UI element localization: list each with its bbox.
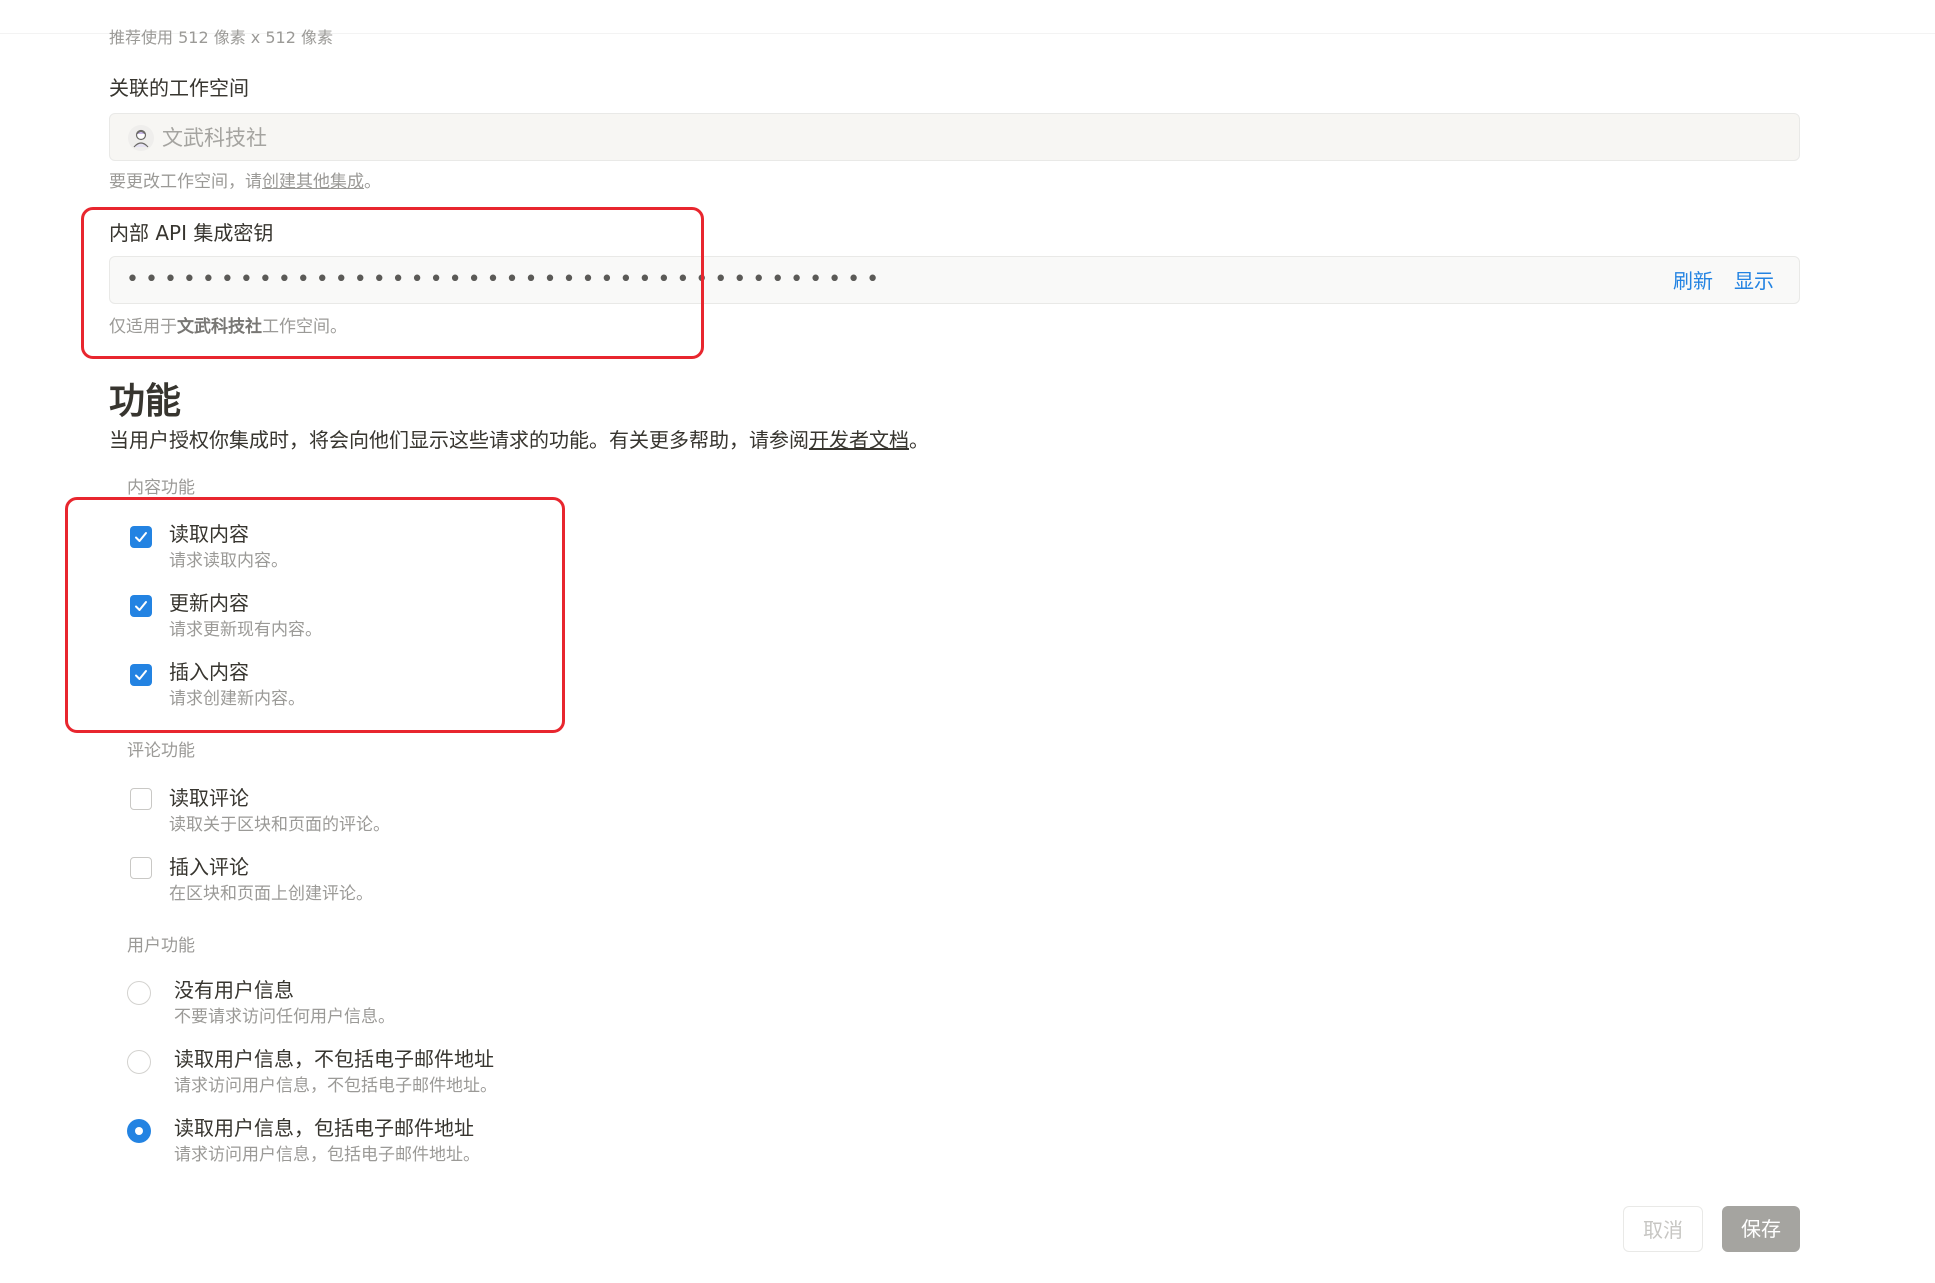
developer-docs-link[interactable]: 开发者文档	[809, 428, 909, 452]
no-user-info-radio[interactable]	[127, 981, 151, 1005]
user-info-no-email-title: 读取用户信息，不包括电子邮件地址	[174, 1047, 494, 1071]
secret-label: 内部 API 集成密钥	[109, 221, 274, 245]
workspace-help-suffix: 。	[364, 172, 381, 192]
comment-capabilities-label: 评论功能	[127, 741, 195, 761]
insert-comments-title: 插入评论	[169, 855, 249, 879]
workspace-help-prefix: 要更改工作空间，请	[109, 172, 262, 192]
secret-help: 仅适用于文武科技社工作空间。	[109, 316, 347, 338]
check-icon	[135, 601, 147, 611]
no-user-info-desc: 不要请求访问任何用户信息。	[174, 1007, 395, 1027]
user-capabilities-label: 用户功能	[127, 936, 195, 956]
cancel-button[interactable]: 取消	[1623, 1206, 1703, 1252]
insert-content-desc: 请求创建新内容。	[169, 689, 305, 709]
user-info-with-email-radio[interactable]	[127, 1119, 151, 1143]
show-secret-button[interactable]: 显示	[1734, 269, 1774, 293]
check-icon	[135, 670, 147, 680]
read-comments-desc: 读取关于区块和页面的评论。	[169, 815, 390, 835]
check-icon	[135, 532, 147, 542]
read-comments-checkbox[interactable]	[130, 788, 152, 810]
secret-help-suffix: 工作空间。	[262, 317, 347, 337]
insert-comments-checkbox[interactable]	[130, 857, 152, 879]
user-info-with-email-desc: 请求访问用户信息，包括电子邮件地址。	[174, 1145, 480, 1165]
workspace-avatar-icon	[128, 125, 154, 151]
insert-comments-desc: 在区块和页面上创建评论。	[169, 884, 373, 904]
workspace-field: 文武科技社	[109, 113, 1800, 161]
insert-content-title: 插入内容	[169, 660, 249, 684]
capabilities-desc-prefix: 当用户授权你集成时，将会向他们显示这些请求的功能。有关更多帮助，请参阅	[109, 428, 809, 452]
secret-help-workspace: 文武科技社	[177, 317, 262, 337]
capabilities-description: 当用户授权你集成时，将会向他们显示这些请求的功能。有关更多帮助，请参阅开发者文档…	[109, 427, 929, 453]
secret-help-prefix: 仅适用于	[109, 317, 177, 337]
insert-content-checkbox[interactable]	[130, 664, 152, 686]
user-info-no-email-radio[interactable]	[127, 1050, 151, 1074]
update-content-title: 更新内容	[169, 591, 249, 615]
read-content-checkbox[interactable]	[130, 526, 152, 548]
refresh-secret-button[interactable]: 刷新	[1673, 269, 1713, 293]
read-content-desc: 请求读取内容。	[169, 551, 288, 571]
workspace-name: 文武科技社	[162, 126, 267, 150]
icon-size-hint: 推荐使用 512 像素 x 512 像素	[109, 28, 333, 47]
read-comments-title: 读取评论	[169, 786, 249, 810]
workspace-label: 关联的工作空间	[109, 76, 249, 100]
workspace-help: 要更改工作空间，请创建其他集成。	[109, 171, 381, 193]
update-content-checkbox[interactable]	[130, 595, 152, 617]
capabilities-desc-suffix: 。	[909, 428, 929, 452]
content-capabilities-label: 内容功能	[127, 478, 195, 498]
update-content-desc: 请求更新现有内容。	[169, 620, 322, 640]
user-info-no-email-desc: 请求访问用户信息，不包括电子邮件地址。	[174, 1076, 497, 1096]
read-content-title: 读取内容	[169, 522, 249, 546]
secret-field: ••••••••••••••••••••••••••••••••••••••••…	[109, 256, 1800, 304]
create-integration-link[interactable]: 创建其他集成	[262, 172, 364, 192]
integration-settings-page: 推荐使用 512 像素 x 512 像素 关联的工作空间 文武科技社 要更改工作…	[0, 0, 1935, 1283]
save-button[interactable]: 保存	[1722, 1206, 1800, 1252]
no-user-info-title: 没有用户信息	[174, 978, 294, 1002]
capabilities-title: 功能	[109, 381, 182, 422]
user-info-with-email-title: 读取用户信息，包括电子邮件地址	[174, 1116, 474, 1140]
secret-masked-value: ••••••••••••••••••••••••••••••••••••••••	[126, 267, 886, 292]
